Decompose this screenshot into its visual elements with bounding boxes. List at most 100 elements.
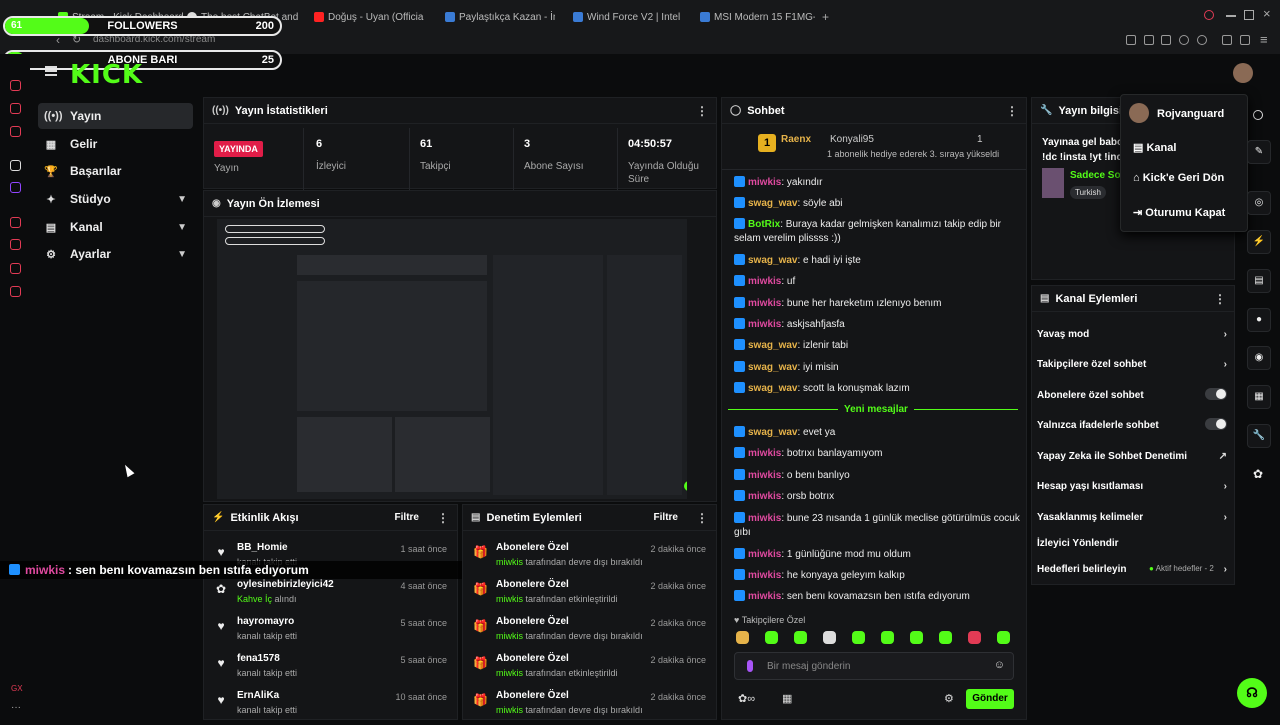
subs-only-toggle[interactable]	[1205, 388, 1227, 400]
info-icon[interactable]	[1253, 110, 1263, 120]
chat-username[interactable]: miwkis	[748, 491, 781, 502]
more-icon[interactable]: ⋮	[1214, 292, 1226, 306]
extension-icon[interactable]	[1144, 35, 1154, 45]
top-gifter-name[interactable]: Raenx	[781, 134, 811, 145]
clipboard-icon[interactable]: ▤	[1247, 269, 1271, 293]
sidebar-app-icon[interactable]	[10, 160, 21, 171]
play-icon[interactable]	[1179, 35, 1189, 45]
sidebar-item-gelir[interactable]: ▦ Gelir	[38, 131, 193, 157]
chat-input[interactable]: Bir mesaj gönderin ☺	[734, 652, 1014, 680]
sidebar-item-kanal[interactable]: ▤ Kanal ▼	[38, 214, 193, 240]
sidebar-app-icon[interactable]	[10, 126, 21, 137]
chat-username[interactable]: miwkis	[748, 470, 781, 481]
emote-icon[interactable]	[736, 631, 749, 644]
filter-button[interactable]: Filtre	[395, 512, 419, 523]
download-icon[interactable]	[1240, 35, 1250, 45]
chat-username[interactable]: miwkis	[748, 319, 781, 330]
chat-username[interactable]: BotRix	[748, 219, 780, 230]
action-followers-only[interactable]: Takipçilere özel sohbet ›	[1037, 359, 1227, 370]
activity-user[interactable]: oylesinebirizleyici42	[237, 579, 334, 590]
menu-item-kanal[interactable]: ▤ Kanal	[1133, 141, 1176, 154]
more-icon[interactable]: ⋮	[696, 511, 708, 525]
sidebar-item-ayarlar[interactable]: ⚙ Ayarlar ▼	[38, 241, 193, 267]
emote-icon[interactable]	[794, 631, 807, 644]
menu-icon[interactable]	[45, 66, 57, 76]
action-slow-mode[interactable]: Yavaş mod ›	[1037, 329, 1227, 340]
chat-username[interactable]: miwkis	[748, 448, 781, 459]
chat-username[interactable]: swag_wav	[748, 383, 797, 394]
store-icon[interactable]: ▦	[1247, 385, 1271, 409]
chat-username[interactable]: miwkis	[748, 177, 781, 188]
avatar[interactable]	[1233, 63, 1253, 83]
sidebar-item-yayin[interactable]: ((•)) Yayın	[38, 103, 193, 129]
close-icon[interactable]: ×	[1263, 6, 1271, 21]
emote-icon[interactable]	[997, 631, 1010, 644]
bookmark-icon[interactable]	[1126, 35, 1136, 45]
emote-icon[interactable]	[881, 631, 894, 644]
sidebar-app-icon[interactable]	[10, 286, 21, 297]
emotes-only-toggle[interactable]	[1205, 418, 1227, 430]
chat-username[interactable]: miwkis	[748, 591, 781, 602]
emote-icon[interactable]	[765, 631, 778, 644]
gift-user[interactable]: Konyali95	[830, 134, 874, 145]
mod-user[interactable]: miwkis	[496, 631, 523, 641]
emote-icon[interactable]	[852, 631, 865, 644]
mod-user[interactable]: miwkis	[496, 557, 523, 567]
wrench-icon[interactable]: 🔧	[1247, 424, 1271, 448]
points-icon[interactable]: ✿∞	[738, 692, 755, 705]
heart-icon[interactable]	[1197, 35, 1207, 45]
chat-username[interactable]: swag_wav	[748, 198, 797, 209]
shield-icon[interactable]	[1161, 35, 1171, 45]
gear-icon[interactable]: ⚙	[944, 692, 954, 705]
chat-username[interactable]: miwkis	[748, 570, 781, 581]
broadcast-icon[interactable]: ◉	[1247, 346, 1271, 370]
support-icon[interactable]: ☊	[1237, 678, 1267, 708]
gx-icon[interactable]: GX	[11, 684, 23, 693]
menu-item-logout[interactable]: ⇥ Oturumu Kapat	[1133, 206, 1225, 219]
edit-icon[interactable]: ✎	[1247, 140, 1271, 164]
mod-user[interactable]: miwkis	[496, 705, 523, 715]
menu-username[interactable]: Rojvanguard	[1157, 108, 1224, 120]
chat-username[interactable]: miwkis	[748, 513, 781, 524]
action-ai-moderation[interactable]: Yapay Zeka ile Sohbet Denetimi ↗	[1037, 451, 1227, 462]
activity-user[interactable]: fena1578	[237, 653, 280, 664]
stream-preview-video[interactable]	[217, 219, 687, 499]
bolt-icon[interactable]: ⚡	[1247, 230, 1271, 254]
kick-logo[interactable]: KICK	[70, 60, 143, 90]
new-tab-button[interactable]: +	[822, 8, 834, 26]
activity-user[interactable]: ErnAliKa	[237, 690, 279, 701]
sidebar-item-basarilar[interactable]: 🏆 Başarılar	[38, 158, 193, 184]
store-icon[interactable]: ▦	[782, 692, 792, 705]
maximize-icon[interactable]	[1244, 10, 1254, 20]
action-account-age[interactable]: Hesap yaşı kısıtlaması ›	[1037, 481, 1227, 492]
browser-menu-icon[interactable]: ≡	[1260, 32, 1268, 47]
points-icon[interactable]: ✿	[1253, 467, 1263, 481]
chat-username[interactable]: swag_wav	[748, 255, 797, 266]
sidebar-app-icon[interactable]	[10, 263, 21, 274]
more-icon[interactable]: ⋮	[1006, 104, 1018, 118]
activity-user[interactable]: BB_Homie	[237, 542, 288, 553]
twitch-icon[interactable]	[10, 182, 21, 193]
browser-tab-4[interactable]: Paylaştıkça Kazan - İnce	[445, 8, 555, 26]
camera-icon[interactable]: ◎	[1247, 191, 1271, 215]
browser-tab-3[interactable]: Doğuş - Uyan (Officia	[314, 8, 430, 26]
mod-user[interactable]: miwkis	[496, 594, 523, 604]
category-name[interactable]: Sadece Sol	[1070, 170, 1123, 181]
chat-username[interactable]: miwkis	[748, 549, 781, 560]
more-icon[interactable]: ⋮	[437, 511, 449, 525]
sidebar-item-studyo[interactable]: ✦ Stüdyo ▼	[38, 186, 193, 212]
browser-tab-5[interactable]: Wind Force V2 | Intel i5-1	[573, 8, 683, 26]
mic-icon[interactable]	[747, 660, 753, 672]
chat-username[interactable]: miwkis	[748, 276, 781, 287]
chat-username[interactable]: swag_wav	[748, 427, 797, 438]
mod-user[interactable]: miwkis	[496, 668, 523, 678]
more-icon[interactable]: ···	[11, 702, 21, 713]
activity-user[interactable]: hayromayro	[237, 616, 294, 627]
chat-username[interactable]: miwkis	[748, 298, 781, 309]
action-goals[interactable]: Hedefleri belirleyin ● Aktif hedefler - 2…	[1037, 564, 1227, 575]
chat-username[interactable]: swag_wav	[748, 362, 797, 373]
sidebar-app-icon[interactable]	[10, 239, 21, 250]
chat-username[interactable]: swag_wav	[748, 340, 797, 351]
emoji-icon[interactable]: ☺	[994, 659, 1005, 671]
sidebar-app-icon[interactable]	[10, 80, 21, 91]
